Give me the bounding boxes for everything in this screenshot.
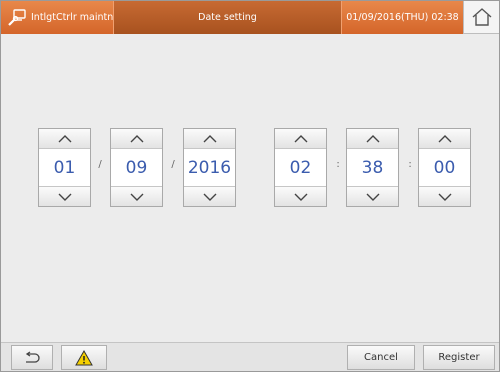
hour-spinner: 02: [274, 128, 327, 207]
chevron-down-icon: [366, 193, 379, 201]
year-increment-button[interactable]: [184, 129, 235, 149]
day-decrement-button[interactable]: [111, 186, 162, 206]
date-separator: /: [98, 159, 102, 170]
home-button[interactable]: [463, 1, 499, 34]
time-separator: :: [336, 159, 340, 170]
chevron-down-icon: [438, 193, 451, 201]
current-datetime: 01/09/2016(THU) 02:38: [341, 1, 463, 34]
footer-bar: Cancel Register: [1, 342, 499, 371]
wrench-screen-icon: [8, 8, 26, 26]
home-icon: [472, 8, 491, 26]
day-value[interactable]: 09: [111, 150, 162, 186]
second-value[interactable]: 00: [419, 150, 470, 186]
second-increment-button[interactable]: [419, 129, 470, 149]
chevron-down-icon: [203, 193, 216, 201]
cancel-button[interactable]: Cancel: [347, 345, 415, 370]
month-value[interactable]: 01: [39, 150, 90, 186]
chevron-down-icon: [294, 193, 307, 201]
date-separator: /: [171, 159, 175, 170]
back-button[interactable]: [11, 345, 53, 370]
year-spinner: 2016: [183, 128, 236, 207]
month-spinner: 01: [38, 128, 91, 207]
app-title-area: IntlgtCtrlr maintnce: [1, 1, 124, 34]
time-separator: :: [408, 159, 412, 170]
warning-button[interactable]: [61, 345, 107, 370]
hour-increment-button[interactable]: [275, 129, 326, 149]
hour-decrement-button[interactable]: [275, 186, 326, 206]
chevron-down-icon: [58, 193, 71, 201]
day-increment-button[interactable]: [111, 129, 162, 149]
chevron-up-icon: [203, 134, 216, 142]
hour-value[interactable]: 02: [275, 150, 326, 186]
header-bar: IntlgtCtrlr maintnce Date setting 01/09/…: [1, 1, 499, 34]
screen-title: Date setting: [113, 1, 341, 34]
chevron-up-icon: [294, 134, 307, 142]
second-decrement-button[interactable]: [419, 186, 470, 206]
year-decrement-button[interactable]: [184, 186, 235, 206]
minute-spinner: 38: [346, 128, 399, 207]
minute-decrement-button[interactable]: [347, 186, 398, 206]
warning-icon: [75, 349, 93, 365]
chevron-up-icon: [366, 134, 379, 142]
register-button[interactable]: Register: [423, 345, 495, 370]
date-setting-screen: IntlgtCtrlr maintnce Date setting 01/09/…: [0, 0, 500, 372]
chevron-up-icon: [58, 134, 71, 142]
app-title: IntlgtCtrlr maintnce: [31, 12, 125, 23]
back-arrow-icon: [25, 350, 40, 363]
month-decrement-button[interactable]: [39, 186, 90, 206]
month-increment-button[interactable]: [39, 129, 90, 149]
chevron-up-icon: [438, 134, 451, 142]
minute-increment-button[interactable]: [347, 129, 398, 149]
minute-value[interactable]: 38: [347, 150, 398, 186]
day-spinner: 09: [110, 128, 163, 207]
chevron-down-icon: [130, 193, 143, 201]
year-value[interactable]: 2016: [184, 150, 235, 186]
second-spinner: 00: [418, 128, 471, 207]
chevron-up-icon: [130, 134, 143, 142]
